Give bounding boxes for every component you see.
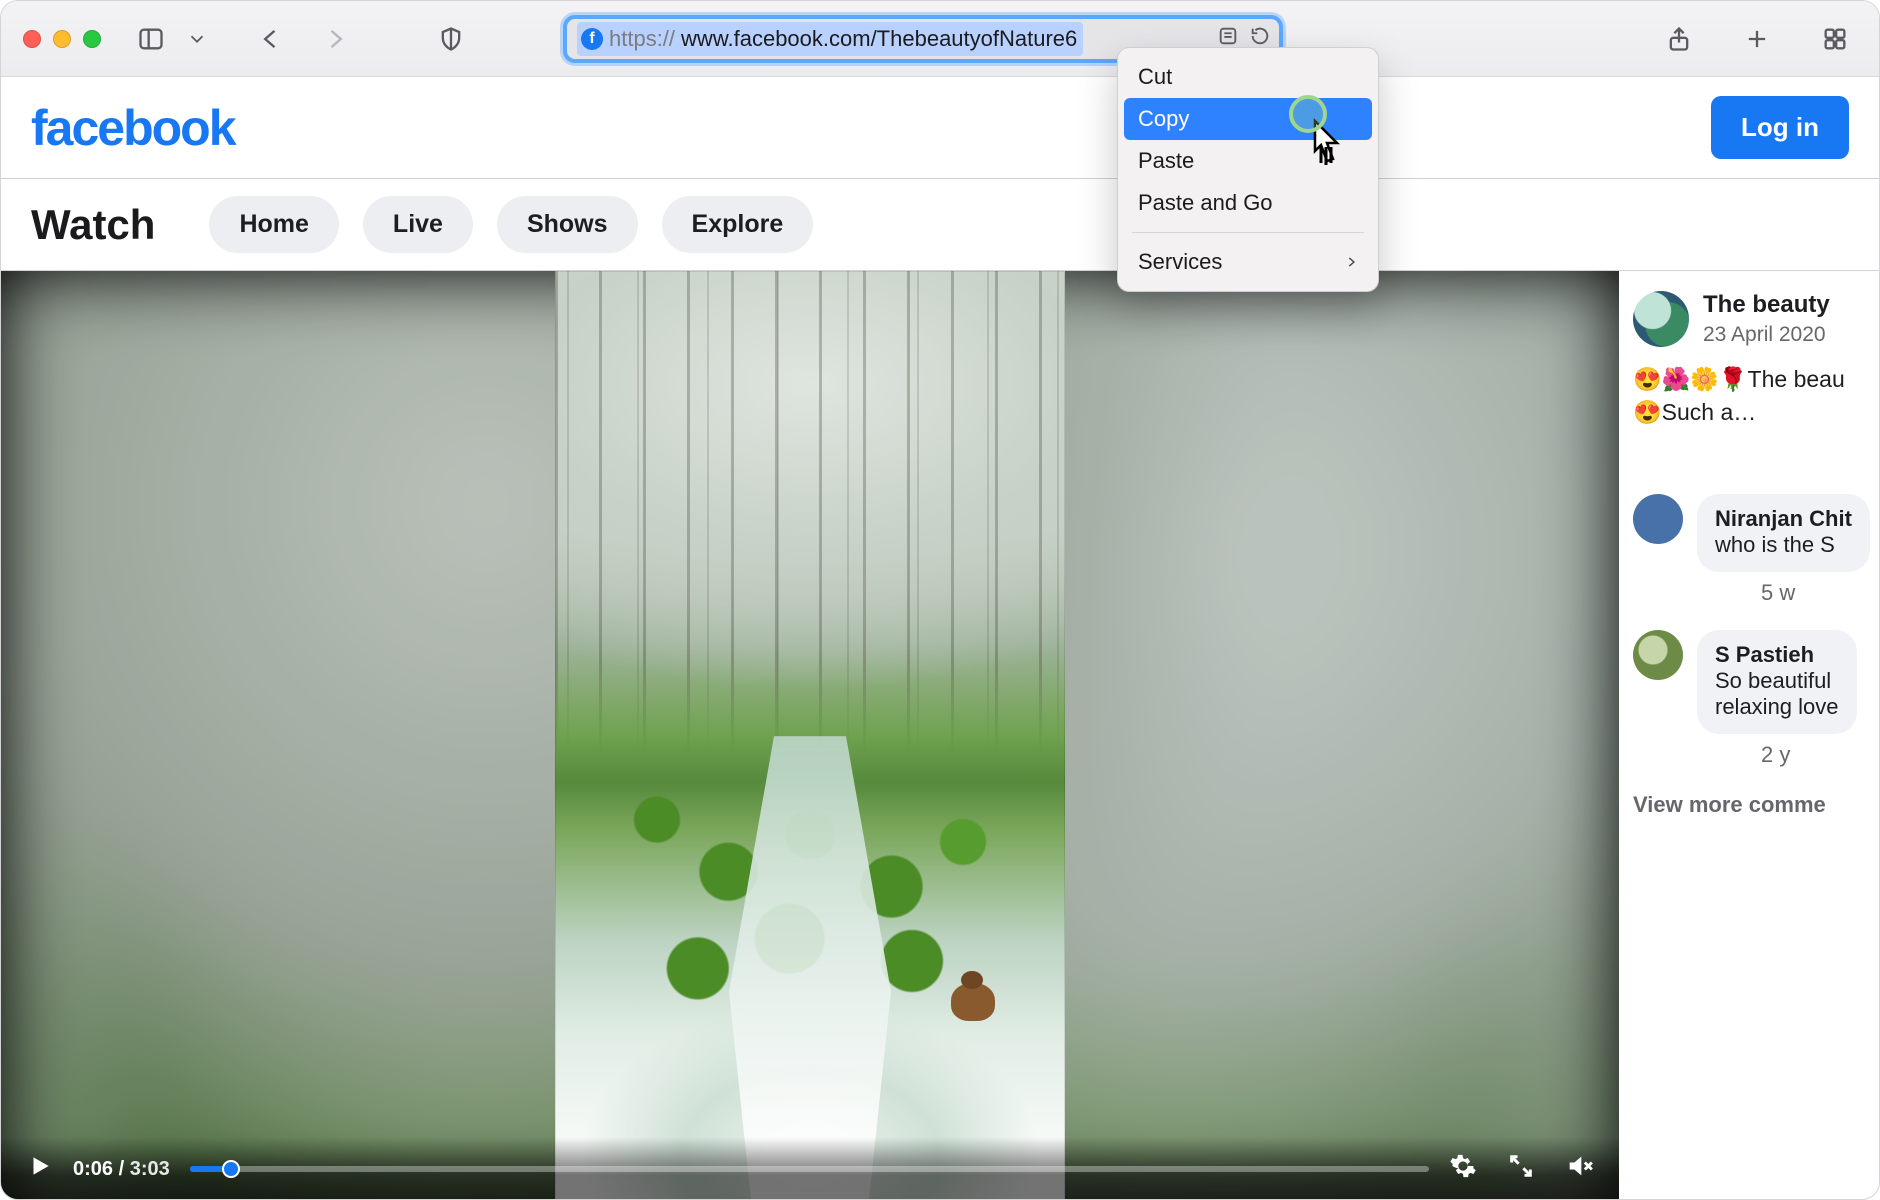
url-scheme: https://: [609, 26, 675, 52]
video-time: 0:06 / 3:03: [73, 1158, 170, 1181]
view-more-comments[interactable]: View more comme: [1633, 792, 1879, 818]
video-player[interactable]: 0:06 / 3:03: [1, 271, 1619, 1200]
watch-tab-live[interactable]: Live: [363, 196, 473, 253]
volume-muted-icon[interactable]: [1565, 1152, 1593, 1186]
watch-tab-shows[interactable]: Shows: [497, 196, 638, 253]
comment-age: 5 w: [1761, 580, 1870, 606]
commenter-name: Niranjan Chit: [1715, 506, 1852, 532]
url-path: www.facebook.com/ThebeautyofNature6: [681, 26, 1077, 52]
privacy-shield-button[interactable]: [429, 17, 473, 61]
back-button[interactable]: [249, 17, 293, 61]
fullscreen-window-button[interactable]: [83, 30, 101, 48]
comment-text: So beautiful relaxing love: [1715, 668, 1839, 720]
new-tab-button[interactable]: [1735, 17, 1779, 61]
fullscreen-icon[interactable]: [1507, 1152, 1535, 1186]
cursor-pointer-icon: [1301, 117, 1349, 176]
url-selection: f https://www.facebook.com/ThebeautyofNa…: [577, 22, 1083, 56]
video-frame: [555, 271, 1065, 1200]
comment-item: S Pastieh So beautiful relaxing love 2 y: [1633, 630, 1879, 768]
post-date[interactable]: 23 April 2020: [1703, 323, 1830, 347]
comment-age: 2 y: [1761, 742, 1857, 768]
page-name[interactable]: The beauty: [1703, 291, 1830, 319]
comment-item: Niranjan Chit who is the S 5 w: [1633, 494, 1879, 606]
play-button[interactable]: [27, 1153, 53, 1185]
site-favicon: f: [581, 28, 603, 50]
commenter-avatar[interactable]: [1633, 630, 1683, 680]
window-controls: [23, 30, 101, 48]
comment-bubble[interactable]: Niranjan Chit who is the S: [1697, 494, 1870, 572]
context-menu-item-paste-and-go[interactable]: Paste and Go: [1118, 182, 1378, 224]
video-duration: 3:03: [130, 1158, 170, 1180]
tab-group-dropdown[interactable]: [175, 17, 219, 61]
page-avatar[interactable]: [1633, 291, 1689, 347]
context-menu-item-services[interactable]: Services: [1118, 241, 1378, 283]
comments-list: Niranjan Chit who is the S 5 w S Pastieh…: [1633, 494, 1879, 818]
video-progress-bar[interactable]: [190, 1166, 1429, 1172]
facebook-logo[interactable]: facebook: [31, 99, 235, 157]
context-menu-label: Paste: [1138, 148, 1194, 174]
comment-text: who is the S: [1715, 532, 1852, 558]
minimize-window-button[interactable]: [53, 30, 71, 48]
browser-toolbar: f https://www.facebook.com/ThebeautyofNa…: [1, 1, 1879, 77]
video-current-time: 0:06: [73, 1158, 113, 1180]
settings-gear-icon[interactable]: [1449, 1152, 1477, 1186]
caption-line: 😍Such a…: [1633, 396, 1879, 429]
context-menu-label: Cut: [1138, 64, 1172, 90]
video-controls: 0:06 / 3:03: [1, 1137, 1619, 1200]
caption-line: 😍🌺🌼🌹The beau: [1633, 363, 1879, 396]
commenter-avatar[interactable]: [1633, 494, 1683, 544]
context-menu-separator: [1132, 232, 1364, 233]
chevron-right-icon: [1344, 255, 1358, 269]
watch-tab-explore[interactable]: Explore: [662, 196, 814, 253]
sidebar-toggle-button[interactable]: [129, 17, 173, 61]
context-menu-label: Copy: [1138, 106, 1189, 132]
watch-tab-home[interactable]: Home: [209, 196, 338, 253]
forward-button[interactable]: [313, 17, 357, 61]
context-menu-label: Paste and Go: [1138, 190, 1273, 216]
close-window-button[interactable]: [23, 30, 41, 48]
comment-bubble[interactable]: S Pastieh So beautiful relaxing love: [1697, 630, 1857, 734]
watch-nav: Watch Home Live Shows Explore: [1, 179, 1879, 271]
context-menu-label: Services: [1138, 249, 1222, 275]
watch-heading: Watch: [31, 201, 155, 249]
tab-overview-button[interactable]: [1813, 17, 1857, 61]
post-sidebar: The beauty 23 April 2020 😍🌺🌼🌹The beau 😍S…: [1619, 271, 1879, 1200]
share-button[interactable]: [1657, 17, 1701, 61]
commenter-name: S Pastieh: [1715, 642, 1839, 668]
login-button[interactable]: Log in: [1711, 96, 1849, 159]
context-menu-item-cut[interactable]: Cut: [1118, 56, 1378, 98]
post-caption: 😍🌺🌼🌹The beau 😍Such a…: [1633, 363, 1879, 430]
site-header: facebook Log in: [1, 77, 1879, 179]
